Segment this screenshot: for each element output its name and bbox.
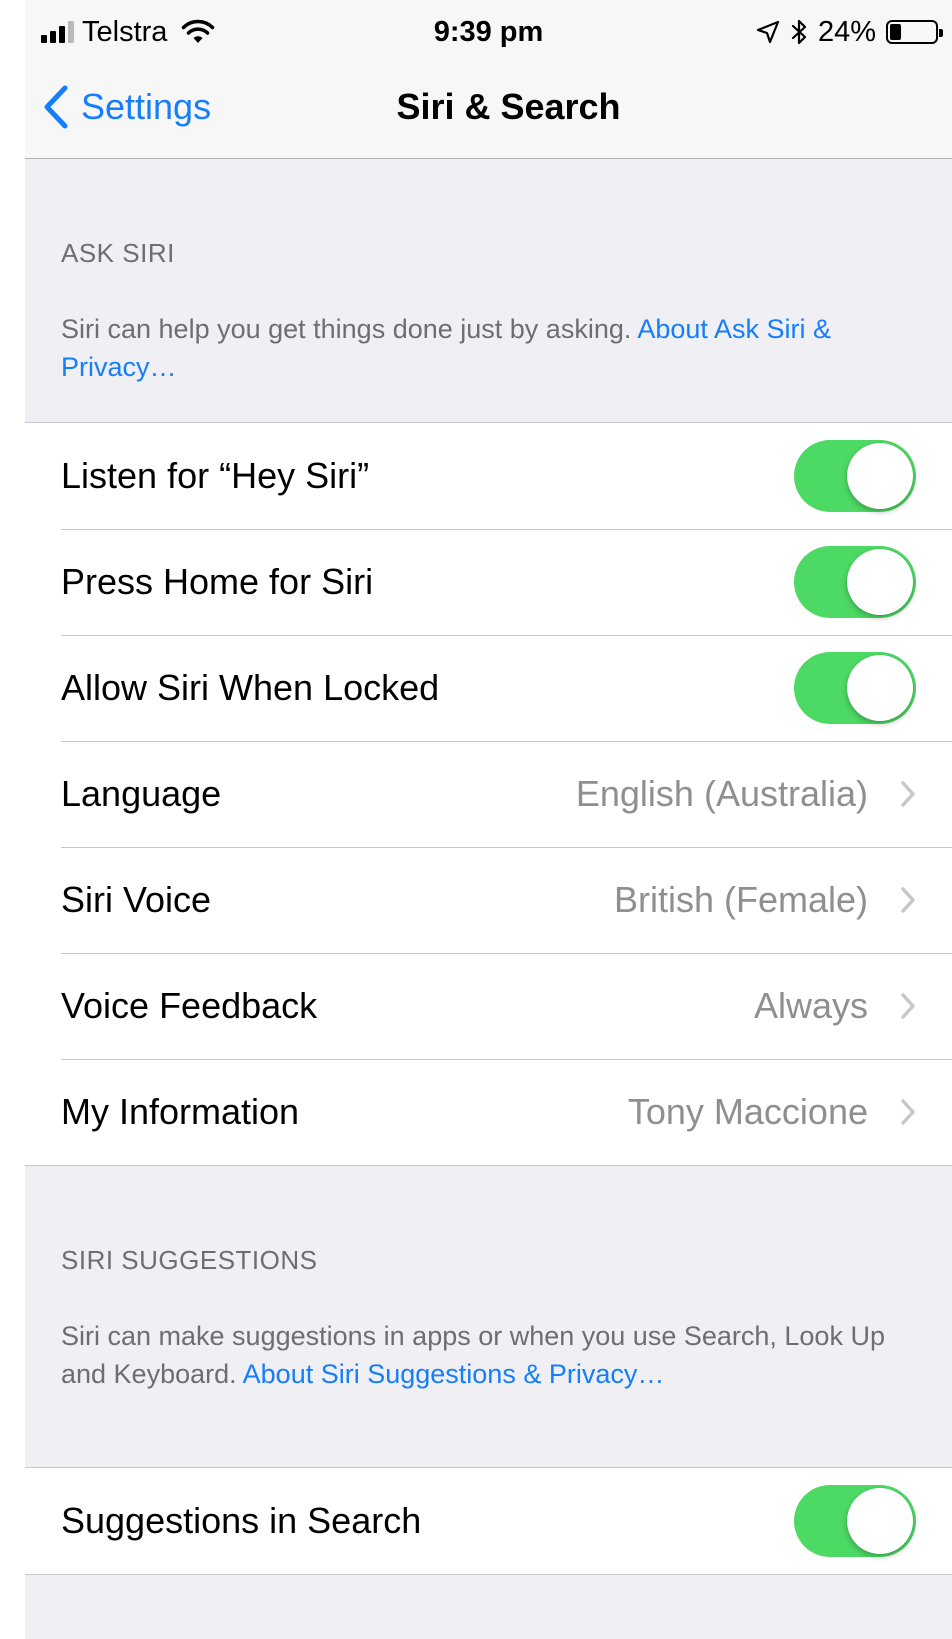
bluetooth-icon xyxy=(790,18,808,46)
battery-level xyxy=(890,24,901,40)
suggestions-in-search-row: Suggestions in Search xyxy=(25,1468,952,1574)
battery-icon xyxy=(886,20,943,44)
language-row[interactable]: Language English (Australia) xyxy=(25,741,952,847)
ask-siri-description: Siri can help you get things done just b… xyxy=(61,310,901,386)
settings-screen: Telstra 9:39 pm 24% Settings Siri & Sear… xyxy=(25,0,952,1639)
chevron-right-icon xyxy=(901,1099,915,1125)
ask-siri-header: ASK SIRI xyxy=(61,238,175,268)
siri-voice-value: British (Female) xyxy=(613,879,868,920)
status-bar: Telstra 9:39 pm 24% xyxy=(25,0,952,64)
ask-siri-group: Listen for “Hey Siri” Press Home for Sir… xyxy=(25,422,952,1166)
my-information-row[interactable]: My Information Tony Maccione xyxy=(25,1059,952,1165)
battery-percent: 24% xyxy=(817,15,876,48)
siri-suggestions-header: SIRI SUGGESTIONS xyxy=(61,1245,318,1275)
voice-feedback-row[interactable]: Voice Feedback Always xyxy=(25,953,952,1059)
row-label: Press Home for Siri xyxy=(61,561,374,602)
listen-hey-siri-toggle[interactable] xyxy=(794,440,916,512)
row-label: Siri Voice xyxy=(61,879,212,920)
row-label: Voice Feedback xyxy=(61,985,318,1026)
row-label: Suggestions in Search xyxy=(61,1500,422,1541)
row-label: My Information xyxy=(61,1091,300,1132)
row-label: Allow Siri When Locked xyxy=(61,667,440,708)
allow-siri-when-locked-toggle[interactable] xyxy=(794,652,916,724)
ask-siri-description-text: Siri can help you get things done just b… xyxy=(61,314,638,344)
press-home-for-siri-toggle[interactable] xyxy=(794,546,916,618)
status-bar-right: 24% xyxy=(756,14,943,50)
voice-feedback-value: Always xyxy=(753,985,868,1026)
chevron-right-icon xyxy=(901,993,915,1019)
page-title: Siri & Search xyxy=(396,86,621,127)
about-siri-suggestions-privacy-link[interactable]: About Siri Suggestions & Privacy… xyxy=(243,1359,665,1389)
chevron-right-icon xyxy=(901,887,915,913)
suggestions-in-search-toggle[interactable] xyxy=(794,1485,916,1557)
chevron-right-icon xyxy=(901,781,915,807)
siri-suggestions-description: Siri can make suggestions in apps or whe… xyxy=(61,1317,901,1393)
press-home-for-siri-row: Press Home for Siri xyxy=(25,529,952,635)
siri-suggestions-group: Suggestions in Search xyxy=(25,1467,952,1575)
row-label: Language xyxy=(61,773,222,814)
row-label: Listen for “Hey Siri” xyxy=(61,455,370,496)
listen-hey-siri-row: Listen for “Hey Siri” xyxy=(25,423,952,529)
location-arrow-icon xyxy=(756,20,780,44)
language-value: English (Australia) xyxy=(575,773,868,814)
my-information-value: Tony Maccione xyxy=(627,1091,868,1132)
allow-siri-when-locked-row: Allow Siri When Locked xyxy=(25,635,952,741)
navigation-bar: Settings Siri & Search xyxy=(25,64,952,159)
siri-voice-row[interactable]: Siri Voice British (Female) xyxy=(25,847,952,953)
